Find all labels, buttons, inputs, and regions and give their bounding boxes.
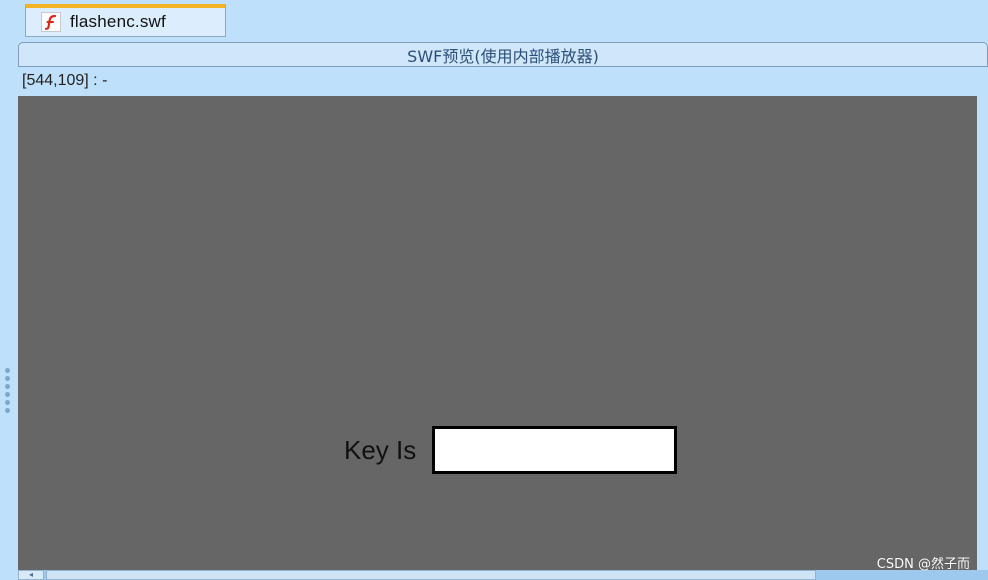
left-splitter[interactable] (0, 0, 16, 580)
coordinate-readout: [544,109] : - (22, 72, 108, 89)
splitter-grip-icon[interactable] (5, 368, 11, 413)
tab-bar: flashenc.swf (0, 0, 988, 40)
preview-panel-header: SWF预览(使用内部播放器) (18, 42, 988, 67)
tab-label: flashenc.swf (70, 12, 166, 31)
tab-flashenc-swf[interactable]: flashenc.swf (25, 4, 226, 37)
scrollbar-thumb[interactable] (46, 570, 816, 580)
watermark: CSDN @然子而 (876, 557, 970, 572)
panel-title: SWF预览(使用内部播放器) (407, 46, 599, 66)
right-edge (977, 96, 988, 570)
scroll-left-arrow-icon[interactable]: ◂ (18, 570, 44, 580)
horizontal-scrollbar[interactable]: ◂ (18, 570, 988, 580)
flash-file-icon (41, 12, 61, 32)
swf-stage[interactable]: Key Is (18, 96, 977, 570)
key-label: Key Is (344, 435, 417, 465)
key-input[interactable] (432, 426, 677, 474)
